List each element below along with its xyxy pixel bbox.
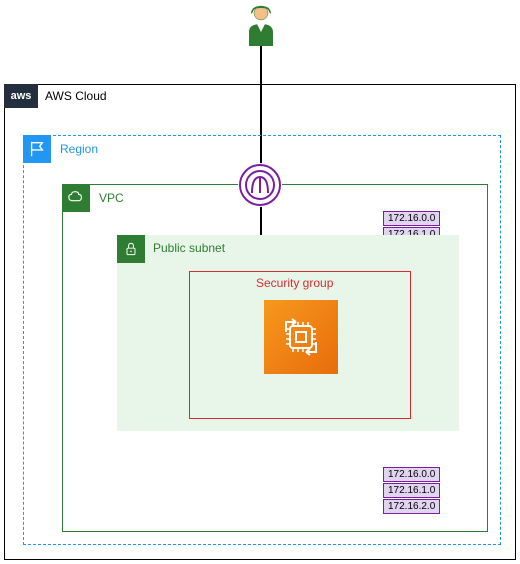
ec2-instance-icon <box>264 300 338 374</box>
public-subnet-container: Public subnet Security group <box>117 235 459 431</box>
subnet-lock-icon <box>117 235 145 263</box>
vpc-label: VPC <box>99 191 124 205</box>
vpc-cloud-icon <box>62 184 90 212</box>
aws-cloud-label: AWS Cloud <box>45 89 107 103</box>
internet-gateway-icon <box>238 163 282 207</box>
security-group-container: Security group <box>189 271 411 419</box>
user-icon <box>245 4 277 46</box>
cidr-entry: 172.16.0.0 <box>383 211 440 226</box>
security-group-label: Security group <box>256 276 333 290</box>
cidr-entry: 172.16.2.0 <box>383 499 440 514</box>
region-label: Region <box>60 142 98 156</box>
region-flag-icon <box>23 135 51 163</box>
region-container: Region VPC 172.16.0.0 172.16.1.0 <box>23 135 501 545</box>
aws-logo-icon: aws <box>4 84 38 108</box>
subnet-label: Public subnet <box>153 241 225 255</box>
aws-cloud-container: aws AWS Cloud Region VPC <box>4 84 516 560</box>
cidr-entry: 172.16.0.0 <box>383 467 440 482</box>
vpc-container: VPC 172.16.0.0 172.16.1.0 172.16.2.0 <box>62 184 488 532</box>
cidr-entry: 172.16.1.0 <box>383 483 440 498</box>
route-table-bottom: 172.16.0.0 172.16.1.0 172.16.2.0 <box>383 467 440 514</box>
architecture-diagram: aws AWS Cloud Region VPC <box>0 0 520 564</box>
